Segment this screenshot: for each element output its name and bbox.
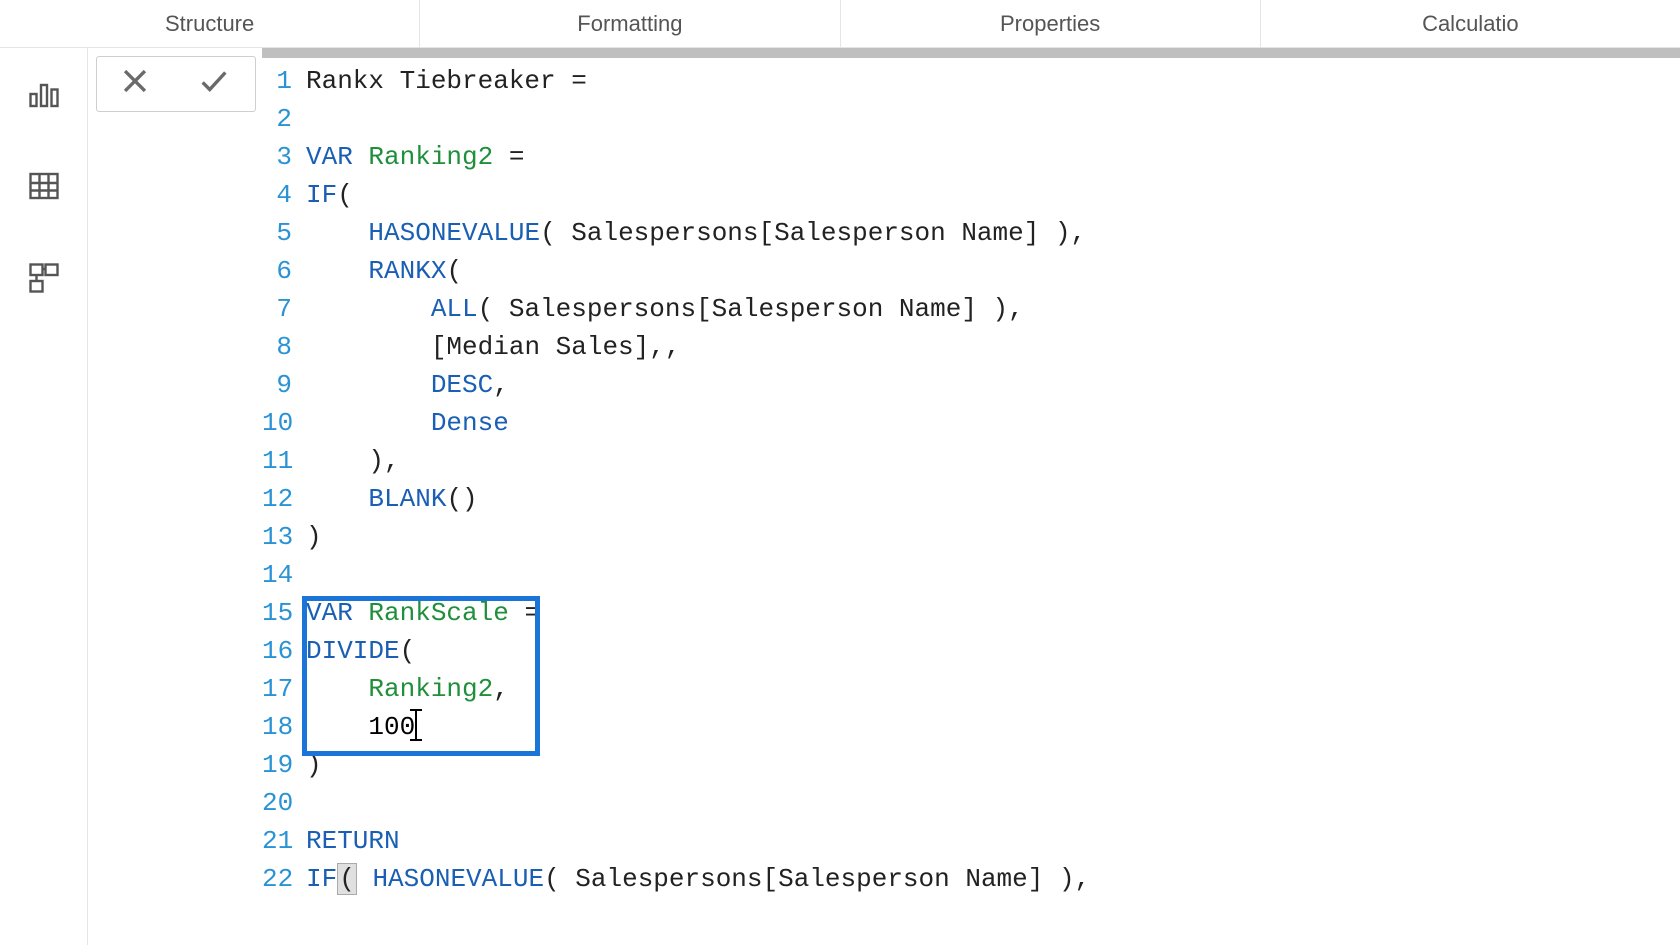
code-text: = (509, 598, 540, 628)
func-name: BLANK (368, 484, 446, 514)
left-nav (0, 48, 88, 945)
tab-label: Formatting (577, 11, 682, 37)
tab-label: Structure (165, 11, 254, 37)
tab-structure[interactable]: Structure (0, 0, 420, 48)
keyword-dense: Dense (431, 408, 509, 438)
line-number: 6 (262, 252, 302, 290)
keyword-var: VAR (306, 598, 353, 628)
tab-formatting[interactable]: Formatting (420, 0, 840, 48)
line-number: 16 (262, 632, 302, 670)
tab-calculation[interactable]: Calculatio (1261, 0, 1680, 48)
line-number: 20 (262, 784, 302, 822)
func-name: HASONEVALUE (372, 864, 544, 894)
keyword-var: VAR (306, 142, 353, 172)
code-text: ( Salespersons[Salesperson Name] ), (540, 218, 1086, 248)
line-number: 2 (262, 100, 302, 138)
line-number: 13 (262, 518, 302, 556)
func-name: ALL (431, 294, 478, 324)
var-ref: Ranking2 (368, 674, 493, 704)
line-number: 5 (262, 214, 302, 252)
formula-actions (96, 56, 256, 112)
line-number: 10 (262, 404, 302, 442)
line-number: 7 (262, 290, 302, 328)
model-icon (26, 260, 62, 296)
func-name: HASONEVALUE (368, 218, 540, 248)
keyword-return: RETURN (306, 826, 400, 856)
line-number: 1 (262, 62, 302, 100)
tab-properties[interactable]: Properties (841, 0, 1261, 48)
number-literal: 100 (368, 712, 415, 742)
func-name: DIVIDE (306, 636, 400, 666)
code-text: () (446, 484, 477, 514)
line-number: 11 (262, 442, 302, 480)
line-number: 22 (262, 860, 302, 898)
dax-editor[interactable]: 1Rankx Tiebreaker = 2 3VAR Ranking2 = 4I… (262, 62, 1680, 945)
tab-label: Properties (1000, 11, 1100, 37)
nav-report-view[interactable] (20, 70, 68, 118)
code-text: ,, (649, 332, 680, 362)
func-name: RANKX (368, 256, 446, 286)
line-number: 4 (262, 176, 302, 214)
code-text: ( Salespersons[Salesperson Name] ), (478, 294, 1024, 324)
line-number: 19 (262, 746, 302, 784)
table-icon (26, 168, 62, 204)
line-number: 12 (262, 480, 302, 518)
tab-bar: Structure Formatting Properties Calculat… (0, 0, 1680, 48)
keyword-if: IF (306, 180, 337, 210)
bar-chart-icon (26, 76, 62, 112)
line-number: 3 (262, 138, 302, 176)
line-number: 21 (262, 822, 302, 860)
keyword-if: IF (306, 864, 337, 894)
nav-data-view[interactable] (20, 162, 68, 210)
code-text: , (493, 370, 509, 400)
code-text: ) (306, 522, 322, 552)
editor-container: 1Rankx Tiebreaker = 2 3VAR Ranking2 = 4I… (262, 48, 1680, 945)
code-text: ( (337, 180, 353, 210)
keyword-desc: DESC (431, 370, 493, 400)
nav-model-view[interactable] (20, 254, 68, 302)
line-number: 8 (262, 328, 302, 366)
line-number: 9 (262, 366, 302, 404)
code-text: ) (306, 750, 322, 780)
var-name: Ranking2 (368, 142, 493, 172)
code-text: = (493, 142, 524, 172)
line-number: 14 (262, 556, 302, 594)
line-number: 17 (262, 670, 302, 708)
commit-button[interactable] (194, 64, 234, 104)
line-number: 15 (262, 594, 302, 632)
var-name: RankScale (368, 598, 508, 628)
close-icon (118, 64, 152, 98)
column-ref: [Median Sales] (431, 332, 649, 362)
paren-highlight: ( (337, 863, 357, 895)
tab-label: Calculatio (1422, 11, 1519, 37)
code-text: , (493, 674, 509, 704)
code-text: ( Salespersons[Salesperson Name] ), (544, 864, 1090, 894)
code-text: ( (446, 256, 462, 286)
check-icon (194, 64, 234, 98)
code-text: ), (368, 446, 399, 476)
code-text: Rankx Tiebreaker = (306, 66, 587, 96)
text-caret (415, 711, 417, 739)
line-number: 18 (262, 708, 302, 746)
code-text: ( (400, 636, 416, 666)
cancel-button[interactable] (118, 64, 152, 104)
